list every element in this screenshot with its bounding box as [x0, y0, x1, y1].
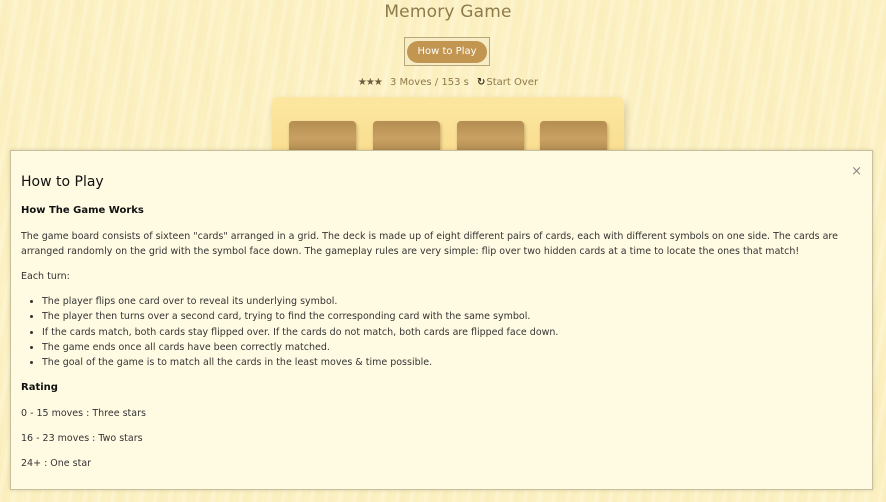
- rating-line: 16 - 23 moves : Two stars: [21, 433, 143, 444]
- section-heading-rating: Rating: [21, 382, 58, 393]
- score-panel: ★★★ 3 Moves / 153 s ↻Start Over: [0, 77, 886, 88]
- each-turn-label: Each turn:: [21, 271, 70, 282]
- rating-line: 24+ : One star: [21, 458, 92, 469]
- how-to-play-modal: × How to Play How The Game Works The gam…: [10, 150, 873, 490]
- how-to-play-button[interactable]: How to Play: [407, 41, 487, 63]
- how-to-play-button-frame: How to Play: [404, 37, 490, 66]
- list-item: If the cards match, both cards stay flip…: [42, 325, 558, 340]
- modal-title: How to Play: [21, 174, 104, 190]
- star-rating-icon: ★★★: [357, 77, 383, 88]
- list-item: The goal of the game is to match all the…: [42, 355, 558, 370]
- game-description: The game board consists of sixteen "card…: [21, 231, 838, 257]
- timer: 153 s: [441, 77, 469, 88]
- list-item: The game ends once all cards have been c…: [42, 340, 558, 355]
- rating-line: 0 - 15 moves : Three stars: [21, 408, 146, 419]
- list-item: The player then turns over a second card…: [42, 309, 558, 324]
- section-heading-how-it-works: How The Game Works: [21, 205, 144, 216]
- moves-time-separator: /: [434, 77, 439, 88]
- game-title: Memory Game: [384, 2, 512, 22]
- restart-label: Start Over: [486, 77, 539, 88]
- rules-list: The player flips one card over to reveal…: [21, 294, 558, 370]
- moves-counter: 3 Moves: [390, 77, 432, 88]
- list-item: The player flips one card over to reveal…: [42, 294, 558, 309]
- close-icon[interactable]: ×: [851, 165, 862, 179]
- restart-icon: ↻: [477, 77, 486, 88]
- restart-button[interactable]: ↻Start Over: [477, 77, 538, 88]
